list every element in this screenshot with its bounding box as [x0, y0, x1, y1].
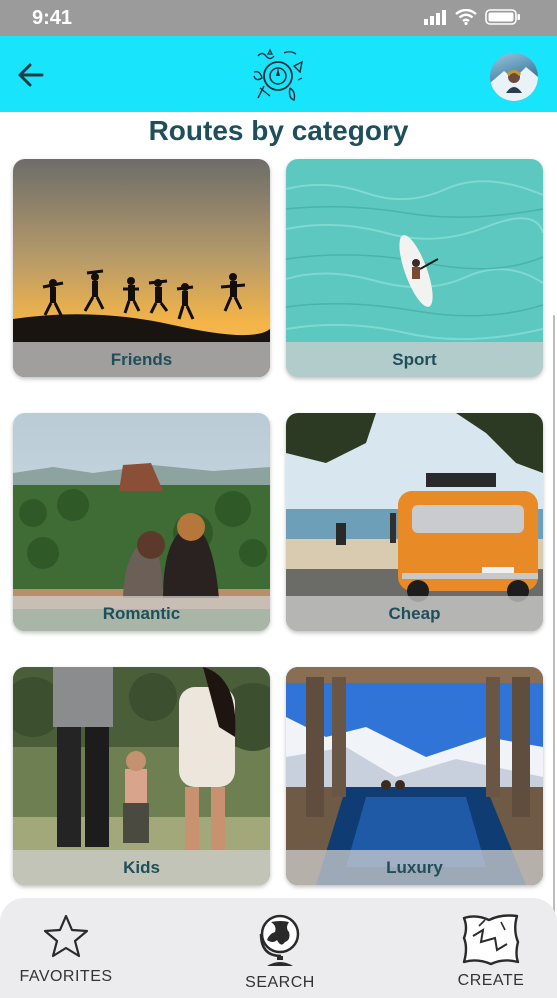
category-card-friends[interactable]: Friends — [13, 159, 270, 377]
back-arrow-icon[interactable] — [16, 60, 46, 90]
page-title: Routes by category — [148, 115, 409, 146]
status-icons — [423, 9, 521, 25]
category-label-friends: Friends — [13, 342, 270, 377]
nav-search[interactable]: SEARCH — [220, 912, 340, 992]
cellular-signal-icon — [424, 10, 446, 25]
wifi-icon — [455, 9, 477, 25]
globe-icon — [259, 914, 300, 966]
nav-favorites[interactable]: FAVORITES — [6, 912, 126, 986]
nav-search-label: SEARCH — [245, 974, 315, 991]
status-time: 9:41 — [32, 7, 73, 29]
app-header — [0, 36, 557, 112]
category-card-sport[interactable]: Sport — [286, 159, 543, 377]
star-icon — [43, 914, 89, 958]
nav-favorites-label: FAVORITES — [19, 968, 113, 985]
category-card-romantic[interactable]: Romantic — [13, 413, 270, 631]
category-card-luxury[interactable]: Luxury — [286, 667, 543, 885]
category-label-luxury: Luxury — [286, 850, 543, 885]
category-card-cheap[interactable]: Cheap — [286, 413, 543, 631]
category-label-romantic: Romantic — [13, 596, 270, 631]
status-bar: 9:41 — [0, 0, 557, 36]
category-label-cheap: Cheap — [286, 596, 543, 631]
user-avatar[interactable] — [490, 53, 538, 101]
app-logo-icon[interactable] — [250, 48, 306, 102]
scrollbar[interactable] — [553, 315, 555, 955]
nav-create[interactable]: CREATE — [431, 912, 551, 990]
category-label-kids: Kids — [13, 850, 270, 885]
category-label-sport: Sport — [286, 342, 543, 377]
nav-create-label: CREATE — [457, 972, 525, 989]
category-card-kids[interactable]: Kids — [13, 667, 270, 885]
battery-icon — [485, 9, 520, 25]
bottom-nav: FAVORITES SEARCH CREATE — [0, 898, 557, 998]
avatar-image — [490, 67, 538, 101]
map-icon — [462, 914, 520, 966]
